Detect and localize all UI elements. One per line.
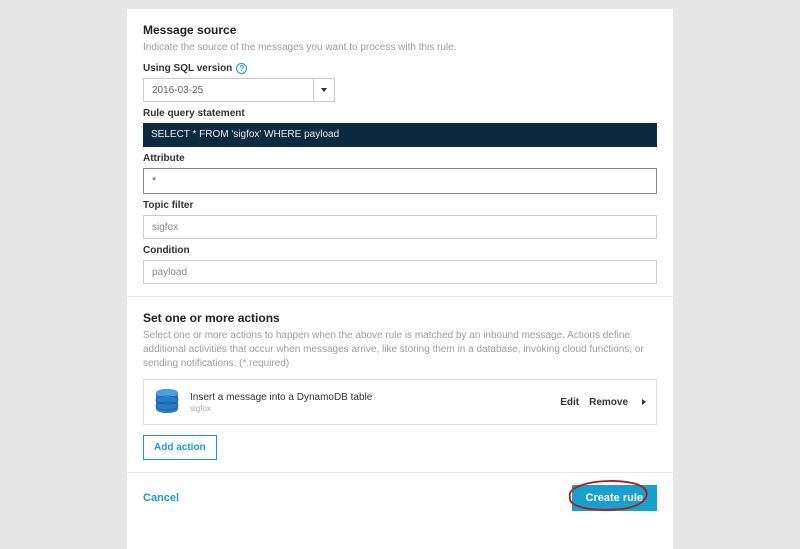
- sql-version-input[interactable]: [143, 78, 313, 102]
- actions-title: Set one or more actions: [143, 311, 657, 325]
- sql-version-label-text: Using SQL version: [143, 63, 232, 74]
- dynamodb-icon: [154, 388, 180, 416]
- sql-version-label: Using SQL version ?: [143, 63, 657, 74]
- condition-label: Condition: [143, 245, 657, 256]
- message-source-section: Message source Indicate the source of th…: [127, 8, 673, 297]
- main-panel: Message source Indicate the source of th…: [127, 8, 673, 549]
- action-title: Insert a message into a DynamoDB table: [190, 391, 550, 404]
- cancel-button[interactable]: Cancel: [143, 492, 179, 504]
- topic-filter-label: Topic filter: [143, 200, 657, 211]
- chevron-right-icon: [642, 399, 646, 405]
- add-action-button[interactable]: Add action: [143, 435, 217, 460]
- topic-filter-input[interactable]: [143, 215, 657, 239]
- action-item: Insert a message into a DynamoDB table s…: [143, 379, 657, 425]
- condition-input[interactable]: [143, 260, 657, 284]
- info-icon[interactable]: ?: [236, 63, 247, 74]
- message-source-desc: Indicate the source of the messages you …: [143, 41, 657, 55]
- remove-link[interactable]: Remove: [589, 397, 628, 408]
- sql-version-select: [143, 78, 657, 102]
- actions-section: Set one or more actions Select one or mo…: [127, 297, 673, 473]
- attribute-input[interactable]: [143, 168, 657, 194]
- message-source-title: Message source: [143, 23, 657, 37]
- create-rule-button[interactable]: Create rule: [572, 485, 657, 511]
- footer: Cancel Create rule: [127, 473, 673, 523]
- attribute-label: Attribute: [143, 153, 657, 164]
- sql-version-dropdown-button[interactable]: [313, 78, 335, 102]
- create-rule-wrap: Create rule: [572, 485, 657, 511]
- rule-query-label: Rule query statement: [143, 108, 657, 119]
- action-controls: Edit Remove: [560, 397, 646, 408]
- chevron-down-icon: [321, 88, 327, 92]
- edit-link[interactable]: Edit: [560, 397, 579, 408]
- rule-query-code[interactable]: SELECT * FROM 'sigfox' WHERE payload: [143, 123, 657, 147]
- rule-query-code-text: SELECT * FROM 'sigfox' WHERE payload: [151, 129, 339, 140]
- action-text: Insert a message into a DynamoDB table s…: [190, 391, 550, 413]
- action-subtitle: sigfox: [190, 404, 550, 413]
- actions-desc: Select one or more actions to happen whe…: [143, 329, 657, 371]
